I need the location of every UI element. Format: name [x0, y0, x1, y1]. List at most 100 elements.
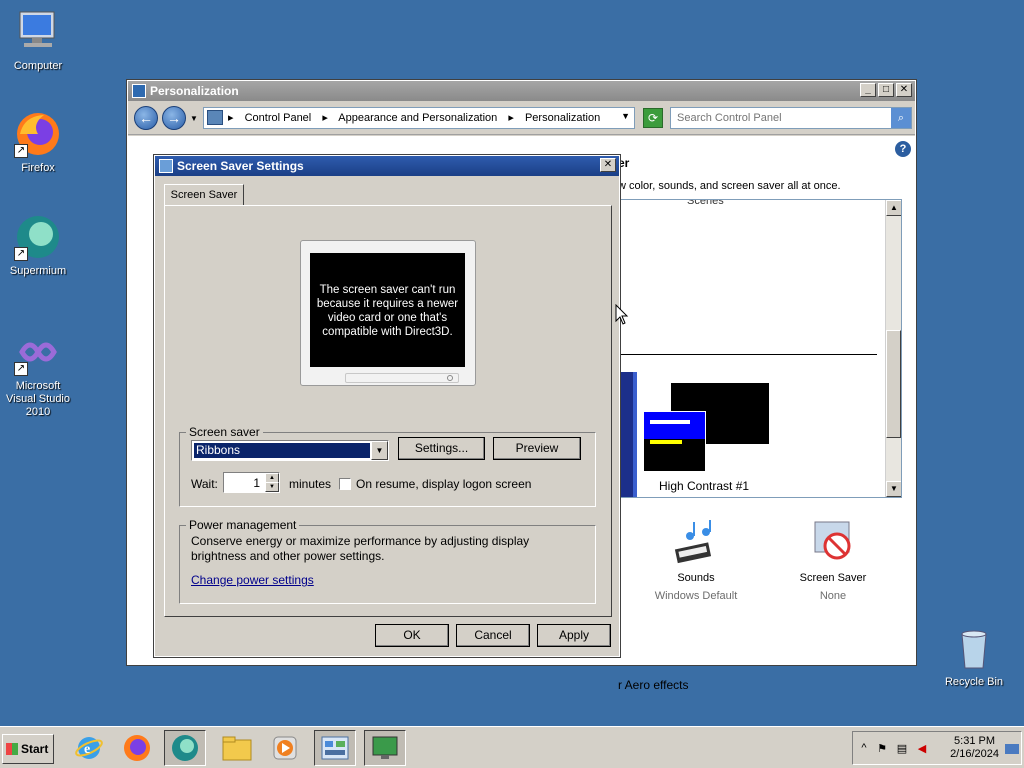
taskbar-control-panel[interactable] — [314, 730, 356, 766]
taskbar: Start e ^ ⚑ ▤ ◀ 5:31 PM 2/16/2024 — [0, 726, 1024, 768]
breadcrumb-separator-icon: ▸ — [322, 112, 328, 124]
breadcrumb: ▸ Control Panel ▸ Appearance and Persona… — [228, 111, 608, 124]
apply-button[interactable]: Apply — [537, 624, 611, 647]
scenes-label: Scenes — [687, 199, 724, 207]
forward-button[interactable]: → — [162, 106, 186, 130]
taskbar-media-player[interactable] — [264, 730, 306, 766]
address-bar[interactable]: ▸ Control Panel ▸ Appearance and Persona… — [203, 107, 635, 129]
network-icon[interactable]: ▤ — [895, 742, 909, 756]
windows-logo-icon — [6, 743, 18, 755]
minutes-label: minutes — [289, 477, 332, 491]
search-icon[interactable]: ⌕ — [891, 108, 911, 128]
dialog-titlebar[interactable]: Screen Saver Settings ✕ — [155, 156, 619, 176]
control-panel-icon — [207, 110, 223, 125]
wait-input[interactable] — [226, 474, 262, 491]
computer-icon — [14, 8, 62, 56]
settings-button[interactable]: Settings... — [398, 437, 485, 460]
control-panel-icon — [132, 84, 146, 98]
address-dropdown-icon[interactable]: ▼ — [621, 111, 630, 121]
screen-saver-value: None — [819, 590, 847, 602]
breadcrumb-separator-icon: ▸ — [508, 112, 514, 124]
start-button[interactable]: Start — [2, 734, 54, 764]
shortcut-arrow-icon: ↗ — [14, 362, 28, 376]
on-resume-checkbox[interactable] — [339, 478, 351, 490]
supermium-icon: ↗ — [14, 213, 62, 261]
desktop-icon-label: Firefox — [21, 162, 55, 174]
search-box[interactable]: ⌕ — [670, 107, 912, 129]
screen-saver-select[interactable]: Ribbons ▼ — [191, 440, 389, 461]
aero-effects-link[interactable]: r Aero effects — [618, 678, 688, 692]
close-button[interactable]: ✕ — [600, 158, 616, 172]
svg-text:e: e — [84, 742, 90, 757]
clock[interactable]: 5:31 PM 2/16/2024 — [950, 735, 999, 761]
clock-date: 2/16/2024 — [950, 748, 999, 760]
taskbar-internet-explorer[interactable]: e — [68, 730, 110, 766]
preview-button[interactable]: Preview — [493, 437, 581, 460]
group-divider — [609, 354, 877, 355]
firefox-icon — [124, 735, 150, 761]
tab-screen-saver[interactable]: Screen Saver — [164, 184, 244, 206]
desktop-icon-label: Computer — [13, 60, 63, 72]
scrollbar-thumb[interactable] — [886, 330, 901, 438]
taskbar-supermium[interactable] — [164, 730, 206, 766]
scroll-up-icon[interactable]: ▲ — [886, 200, 901, 216]
scroll-down-icon[interactable]: ▼ — [886, 481, 901, 497]
wait-label: Wait: — [191, 477, 218, 491]
breadcrumb-appearance[interactable]: Appearance and Personalization — [338, 112, 497, 124]
folder-icon — [222, 736, 252, 761]
breadcrumb-personalization[interactable]: Personalization — [525, 112, 600, 124]
show-desktop-icon[interactable] — [1005, 744, 1019, 754]
theme-label-high-contrast[interactable]: High Contrast #1 — [659, 479, 749, 493]
action-center-flag-icon[interactable]: ⚑ — [875, 742, 889, 756]
on-resume-label[interactable]: On resume, display logon screen — [356, 477, 531, 491]
monitor-preview: The screen saver can't run because it re… — [300, 240, 476, 386]
maximize-button[interactable]: □ — [878, 83, 894, 97]
taskbar-personalization[interactable] — [364, 730, 406, 766]
display-icon — [372, 736, 398, 759]
window-title: Personalization — [150, 84, 239, 98]
wait-stepper[interactable]: ▲ ▼ — [223, 472, 280, 493]
sounds-item[interactable]: Sounds Windows Default — [641, 518, 751, 602]
screen-saver-label: Screen Saver — [799, 572, 867, 584]
taskbar-firefox[interactable] — [116, 730, 158, 766]
desktop-icon-label: Supermium — [9, 265, 67, 277]
cancel-button[interactable]: Cancel — [456, 624, 530, 647]
screen-saver-selected: Ribbons — [194, 443, 370, 458]
volume-muted-icon[interactable]: ◀ — [915, 742, 929, 756]
power-management-label: Power management — [189, 518, 297, 532]
show-hidden-icons-icon[interactable]: ^ — [857, 742, 871, 756]
screen-saver-icon — [159, 159, 173, 173]
themes-scrollbar[interactable]: ▲ ▼ — [885, 200, 901, 497]
media-player-icon — [273, 736, 297, 760]
control-panel-icon — [321, 736, 349, 760]
window-titlebar[interactable]: Personalization _ □ ✕ — [128, 81, 915, 101]
screen-saver-group-label: Screen saver — [189, 425, 260, 439]
minimize-button[interactable]: _ — [860, 83, 876, 97]
desktop-icon-computer[interactable]: Computer — [0, 8, 76, 73]
recent-pages-dropdown[interactable]: ▼ — [190, 114, 198, 123]
spin-down-icon[interactable]: ▼ — [265, 482, 279, 492]
refresh-button[interactable]: ⟳ — [643, 108, 663, 128]
screen-saver-icon — [809, 518, 857, 566]
shortcut-arrow-icon: ↗ — [14, 247, 28, 261]
theme-preview-window — [643, 411, 706, 472]
clock-time: 5:31 PM — [954, 735, 996, 747]
back-button[interactable]: ← — [134, 106, 158, 130]
preview-message: The screen saver can't run because it re… — [310, 253, 465, 367]
supermium-icon — [172, 735, 198, 761]
search-input[interactable] — [671, 108, 886, 128]
system-tray: ^ ⚑ ▤ ◀ 5:31 PM 2/16/2024 — [852, 731, 1022, 765]
taskbar-explorer[interactable] — [216, 730, 258, 766]
ok-button[interactable]: OK — [375, 624, 449, 647]
screen-saver-item[interactable]: Screen Saver None — [778, 518, 888, 602]
chevron-down-icon[interactable]: ▼ — [371, 441, 388, 460]
desktop-icon-firefox[interactable]: ↗ Firefox — [0, 110, 76, 175]
help-icon[interactable]: ? — [895, 141, 911, 157]
change-power-settings-link[interactable]: Change power settings — [191, 573, 314, 587]
breadcrumb-control-panel[interactable]: Control Panel — [245, 112, 312, 124]
themes-list[interactable]: Scenes High Contrast #1 ▲ ▼ — [608, 199, 902, 498]
desktop-icon-recycle-bin[interactable]: Recycle Bin — [936, 624, 1012, 689]
desktop-icon-visual-studio[interactable]: ↗ Microsoft Visual Studio 2010 — [0, 328, 76, 419]
desktop-icon-supermium[interactable]: ↗ Supermium — [0, 213, 76, 278]
close-button[interactable]: ✕ — [896, 83, 912, 97]
